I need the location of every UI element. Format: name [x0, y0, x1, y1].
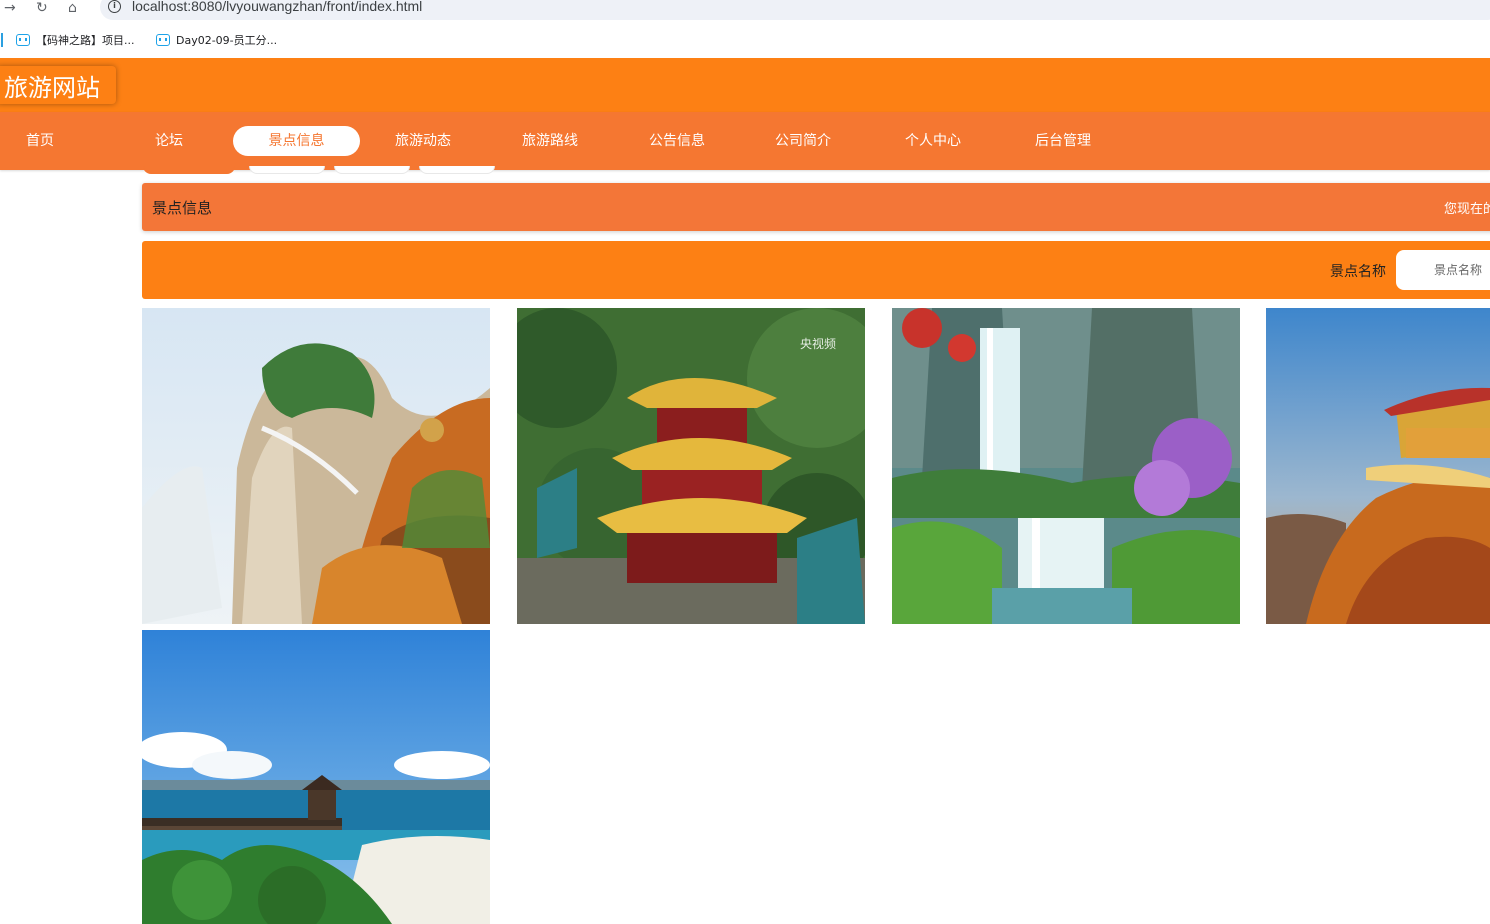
waterfall-photo-icon [892, 308, 1240, 624]
search-input[interactable] [1396, 250, 1490, 290]
hidden-tab-edge [334, 166, 410, 174]
nav-item-travel-news[interactable]: 旅游动态 [385, 126, 461, 156]
address-bar[interactable]: i localhost:8080/lvyouwangzhan/front/ind… [100, 0, 1490, 20]
search-bar: 景点名称 [142, 241, 1490, 299]
nav-item-company-intro[interactable]: 公司简介 [765, 126, 841, 156]
bookmark-label: Day02-09-员工分... [176, 34, 278, 47]
breadcrumb-location: 您现在的位置 [1444, 202, 1490, 217]
bilibili-tv-icon [156, 34, 170, 46]
bookmark-label: 【码神之路】项目... [36, 34, 135, 47]
search-label: 景点名称 [1330, 264, 1386, 280]
main-nav: 首页 论坛 景点信息 旅游动态 旅游路线 公告信息 公司简介 个人中心 后台管理 [0, 112, 1490, 170]
nav-item-admin[interactable]: 后台管理 [1025, 126, 1101, 156]
nav-item-scenic-spots[interactable]: 景点信息 [233, 126, 360, 156]
hidden-tab-edge [249, 166, 325, 174]
forward-arrow-icon[interactable]: → [4, 0, 16, 18]
nav-item-personal-center[interactable]: 个人中心 [895, 126, 971, 156]
url-text[interactable]: localhost:8080/lvyouwangzhan/front/index… [132, 0, 422, 14]
card-watermark: 央视频 [800, 336, 836, 351]
nav-item-announcements[interactable]: 公告信息 [639, 126, 715, 156]
seaside-pavilion-photo-icon [142, 630, 490, 924]
browser-toolbar: → ↻ ⌂ i localhost:8080/lvyouwangzhan/fro… [0, 0, 1490, 22]
mountain-cliff-photo-icon [142, 308, 490, 624]
cliff-temple-photo-icon [1266, 308, 1490, 624]
site-header: 旅游网站 [0, 58, 1490, 112]
page: → ↻ ⌂ i localhost:8080/lvyouwangzhan/fro… [0, 0, 1490, 924]
bookmarks-divider [1, 33, 3, 47]
scenic-card[interactable]: 央视频 [517, 308, 865, 624]
hidden-tab-edge [143, 166, 235, 174]
page-title: 景点信息 [152, 199, 213, 217]
breadcrumb: 景点信息 您现在的位置 [142, 183, 1490, 231]
pavilion-tower-photo-icon: 央视频 [517, 308, 865, 624]
scenic-card[interactable] [892, 308, 1240, 624]
reload-icon[interactable]: ↻ [36, 0, 48, 18]
bookmark-item[interactable]: Day02-09-员工分... [156, 31, 277, 49]
site-info-icon[interactable]: i [108, 0, 121, 13]
scenic-card[interactable] [142, 308, 490, 624]
hidden-tab-edge [419, 166, 495, 174]
scenic-card[interactable] [1266, 308, 1490, 624]
site-logo[interactable]: 旅游网站 [0, 66, 116, 104]
home-icon[interactable]: ⌂ [68, 0, 77, 18]
site-logo-text: 旅游网站 [4, 73, 100, 102]
nav-item-travel-routes[interactable]: 旅游路线 [512, 126, 588, 156]
bilibili-tv-icon [16, 34, 30, 46]
nav-item-forum[interactable]: 论坛 [133, 126, 205, 156]
scenic-card[interactable] [142, 630, 490, 924]
bookmark-item[interactable]: 【码神之路】项目... [16, 31, 135, 49]
nav-item-home[interactable]: 首页 [4, 126, 76, 156]
bookmarks-bar: 【码神之路】项目... Day02-09-员工分... [0, 26, 1490, 54]
